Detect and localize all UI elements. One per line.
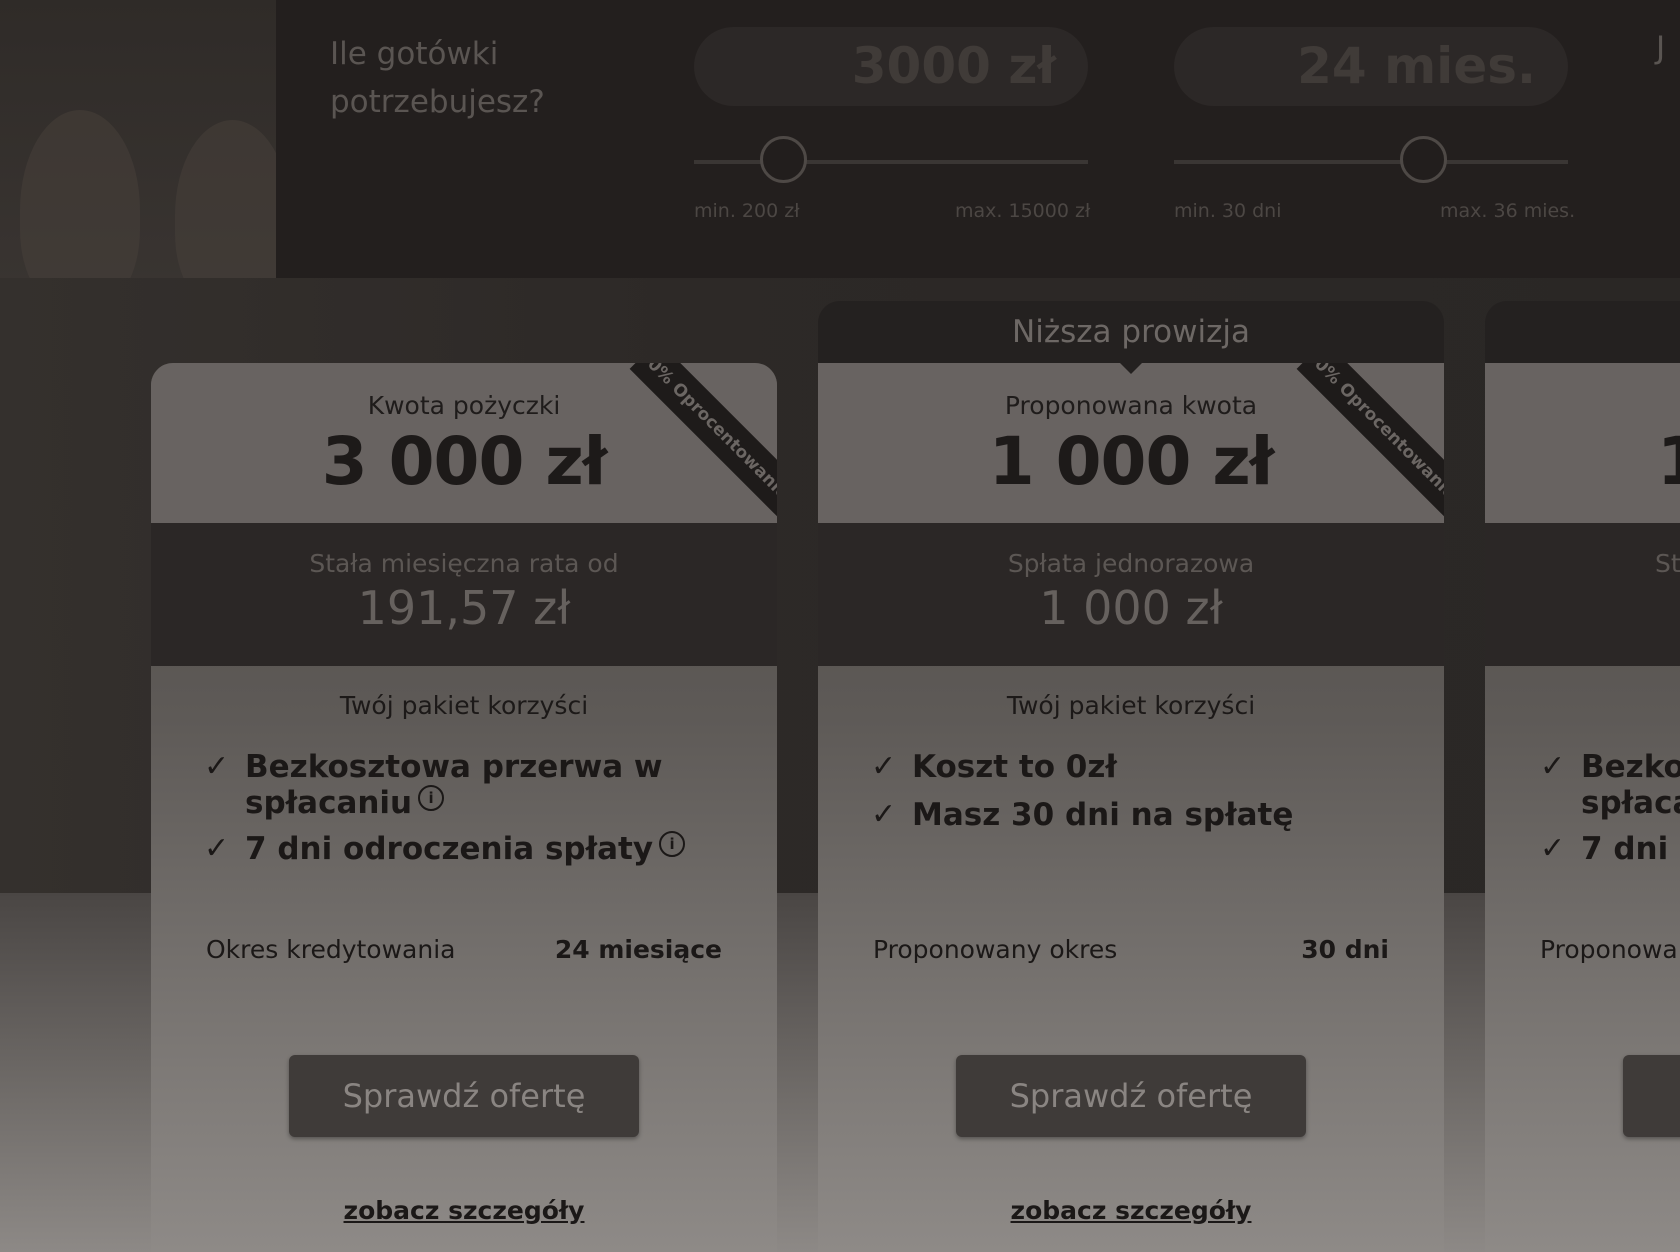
loan-amount-value: 1 [1657, 423, 1680, 500]
loan-amount-value: 3 000 zł [321, 423, 608, 500]
rate-value: 191,57 zł [357, 581, 571, 635]
period-max-label: max. 36 mies. [1440, 200, 1576, 222]
offer-rate-section: St [1485, 523, 1680, 666]
rate-label: Stała miesięczna rata od [309, 549, 619, 578]
see-details-link[interactable]: zobacz szczegóły [151, 1196, 777, 1225]
check-offer-button[interactable]: Sprawdź ofertę [956, 1055, 1306, 1137]
check-icon: ✓ [1540, 749, 1566, 784]
amount-max-label: max. 15000 zł [955, 200, 1091, 222]
check-icon: ✓ [871, 749, 897, 784]
period-input[interactable]: 24 mies. [1174, 27, 1568, 106]
rate-value: 1 000 zł [1039, 581, 1223, 635]
lower-commission-badge: Niższa prowizja [818, 301, 1444, 363]
period-label: Proponowany okres [873, 935, 1118, 964]
period-slider-track[interactable] [1174, 160, 1568, 164]
check-icon: ✓ [871, 797, 897, 832]
calculator-question-cut: J [1656, 30, 1666, 66]
see-details-link[interactable]: zobacz szczegóły [818, 1196, 1444, 1225]
offer-rate-section: Stała miesięczna rata od 191,57 zł [151, 523, 777, 666]
period-value: 24 miesiące [554, 935, 722, 964]
amount-slider-track[interactable] [694, 160, 1088, 164]
amount-input[interactable]: 3000 zł [694, 27, 1088, 106]
offer-rate-section: Spłata jednorazowa 1 000 zł [818, 523, 1444, 666]
benefits-title: Twój pakiet korzyści [1006, 691, 1256, 720]
benefit-label: Masz 30 dni na spłatę [912, 797, 1294, 833]
check-icon: ✓ [204, 749, 230, 784]
offer-card-3: 1 St ✓ Bezkos spłaca ✓ 7 dni o Proponowa… [1485, 363, 1680, 1252]
benefit-label: 7 dni odroczenia spłaty [245, 831, 654, 867]
loan-amount-value: 1 000 zł [988, 423, 1275, 500]
offer-card-header: 1 [1485, 363, 1680, 523]
check-offer-button[interactable]: Sprawdź ofertę [289, 1055, 639, 1137]
rate-label: St [1655, 549, 1680, 578]
period-slider-thumb[interactable] [1400, 136, 1447, 183]
benefits-title: Twój pakiet korzyści [339, 691, 589, 720]
offer-card-2: Proponowana kwota 1 000 zł 0% Oprocentow… [818, 363, 1444, 1252]
rate-label: Spłata jednorazowa [1007, 549, 1255, 578]
check-icon: ✓ [204, 831, 230, 866]
period-label: Proponowar [1540, 935, 1680, 964]
benefit-label: Koszt to 0zł [912, 749, 1117, 785]
offer-card-3-badge [1485, 301, 1680, 363]
period-value: 30 dni [1301, 935, 1389, 964]
info-icon[interactable]: i [659, 831, 686, 857]
offer-card-1: Kwota pożyczki 3 000 zł 0% Oprocentowani… [151, 363, 777, 1252]
benefit-label: 7 dni o [1581, 831, 1680, 867]
check-offer-button[interactable] [1623, 1055, 1680, 1137]
period-min-label: min. 30 dni [1174, 200, 1282, 222]
calculator-question: Ile gotówki potrzebujesz? [330, 36, 545, 120]
info-icon[interactable]: i [418, 785, 445, 811]
period-label: Okres kredytowania [206, 935, 456, 964]
amount-slider-thumb[interactable] [760, 136, 807, 183]
badge-arrow [1118, 361, 1144, 374]
check-icon: ✓ [1540, 831, 1566, 866]
benefit-label: spłaca [1581, 785, 1680, 821]
benefit-label: Bezkosztowa przerwa w spłacaniu [245, 749, 663, 821]
benefit-label: Bezkos [1581, 749, 1680, 785]
amount-min-label: min. 200 zł [694, 200, 800, 222]
